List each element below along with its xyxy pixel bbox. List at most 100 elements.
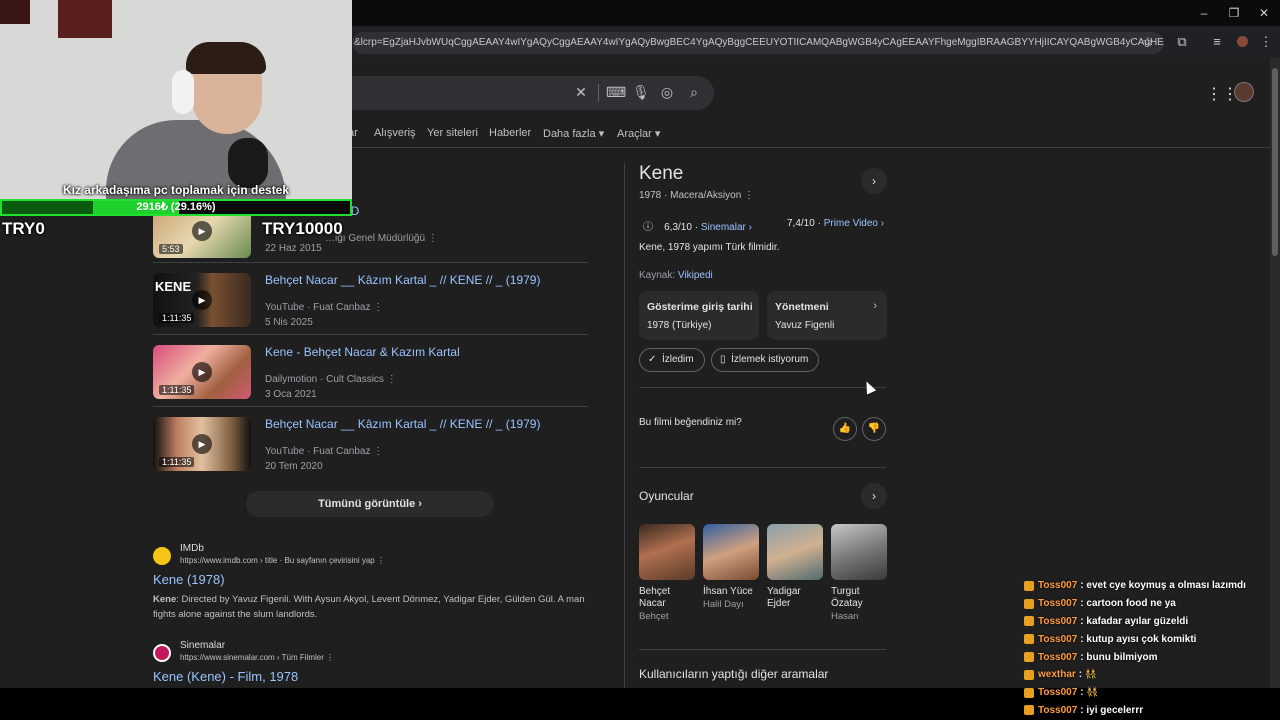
video-duration: 5:53	[159, 244, 183, 254]
donation-goal-max: TRY10000	[262, 219, 343, 238]
video-title[interactable]: Behçet Nacar __ Kâzım Kartal _ // KENE /…	[265, 417, 540, 431]
video-title[interactable]: Kene - Behçet Nacar & Kazım Kartal	[265, 345, 460, 359]
tab-tools[interactable]: Araçlar ▾	[617, 127, 660, 140]
thumbs-up-icon[interactable]: 👍	[833, 417, 857, 441]
tab-search-icon[interactable]: ≡	[1209, 34, 1225, 49]
google-account-avatar[interactable]	[1234, 82, 1254, 102]
cast-title: Oyuncular	[639, 489, 694, 503]
actor-name: Turgut Özatay	[831, 586, 863, 609]
donation-goal-title: Kız arkadaşıma pc toplamak için destek	[62, 183, 290, 197]
divider	[153, 334, 588, 335]
related-searches-title: Kullanıcıların yaptığı diğer aramalar	[639, 667, 829, 681]
chat-badge-icon	[1024, 598, 1034, 609]
play-icon: ▶	[192, 290, 212, 310]
video-date: 5 Nis 2025	[265, 317, 313, 328]
video-date: 20 Tem 2020	[265, 461, 323, 472]
cast-member[interactable]: Behçet Nacar Behçet	[639, 524, 695, 623]
maximize-icon[interactable]: ❐	[1226, 6, 1242, 20]
rating-prime-video[interactable]: 7,4/10 · Prime Video ›	[787, 218, 884, 229]
divider	[153, 406, 588, 407]
address-bar[interactable]: &lcrp=EgZjaHJvbWUqCggAEAAY4wIYgAQyCggAEA…	[352, 32, 1164, 54]
tab-places[interactable]: Yer siteleri	[427, 127, 478, 139]
cast-member[interactable]: İhsan Yüce Halil Dayı	[703, 524, 759, 611]
clear-icon[interactable]: ✕	[572, 84, 590, 101]
result-title[interactable]: Kene (1978)	[153, 572, 225, 587]
actor-role: Halil Dayı	[703, 599, 744, 610]
rating-source-link[interactable]: Sinemalar ›	[701, 222, 752, 233]
card-value: Yavuz Figenli	[775, 320, 835, 331]
result-snippet: Kene: Directed by Yavuz Figenli. With Ay…	[153, 592, 593, 622]
thumbnail-text: KENE	[155, 279, 192, 294]
minimize-icon[interactable]: –	[1196, 6, 1212, 20]
search-icon[interactable]: ⌕	[685, 84, 703, 101]
video-thumbnail[interactable]: KENE ▶ 1:11:35	[153, 273, 251, 327]
wall-poster	[0, 0, 30, 24]
snippet-text: : Directed by Yavuz Figenli. With Aysun …	[153, 594, 585, 620]
cast-member[interactable]: Yadigar Ejder	[767, 524, 823, 611]
chat-badge-icon	[1024, 687, 1034, 698]
video-result[interactable]: ▶ 1:11:35 Behçet Nacar __ Kâzım Kartal _…	[153, 417, 593, 473]
play-icon: ▶	[192, 221, 212, 241]
star-icon[interactable]: ☆	[1140, 34, 1156, 50]
actor-photo	[639, 524, 695, 580]
video-result[interactable]: ▶ 1:11:35 Kene - Behçet Nacar & Kazım Ka…	[153, 345, 593, 401]
thumbs-down-icon[interactable]: 👎	[862, 417, 886, 441]
headset-icon	[172, 70, 194, 114]
show-all-button[interactable]: Tümünü görüntüle ›	[246, 491, 494, 517]
chat-text: : 👯	[1078, 669, 1098, 681]
chat-message: Toss007: 👯	[1024, 684, 1272, 702]
director-card[interactable]: Yönetmeni Yavuz Figenli ›	[767, 291, 887, 340]
profile-icon[interactable]	[1237, 36, 1248, 47]
result-url[interactable]: https://www.sinemalar.com › Tüm Filmler …	[180, 653, 334, 662]
tab-news[interactable]: Haberler	[489, 127, 531, 139]
result-url[interactable]: https://www.imdb.com › title · Bu sayfan…	[180, 556, 385, 565]
close-icon[interactable]: ✕	[1256, 6, 1272, 20]
donation-progress-bar: 2916₺ (29.16%)	[0, 199, 352, 216]
extensions-icon[interactable]: ⧉	[1174, 34, 1190, 50]
chevron-right-icon[interactable]: ›	[861, 168, 887, 194]
release-date-card[interactable]: Gösterime giriş tarihi 1978 (Türkiye)	[639, 291, 759, 340]
menu-icon[interactable]: ⋮	[1258, 34, 1274, 50]
donation-progress-value: 2916₺ (29.16%)	[136, 201, 216, 213]
chat-username: Toss007	[1038, 615, 1078, 627]
chat-message: Toss007: bunu bilmiyom	[1024, 648, 1272, 666]
video-date: 22 Haz 2015	[265, 243, 322, 254]
actor-photo	[831, 524, 887, 580]
chat-username: Toss007	[1038, 704, 1078, 716]
video-thumbnail[interactable]: ▶ 1:11:35	[153, 417, 251, 471]
video-result[interactable]: KENE ▶ 1:11:35 Behçet Nacar __ Kâzım Kar…	[153, 273, 593, 329]
wikipedia-link[interactable]: Vikipedi	[678, 270, 713, 281]
watched-button[interactable]: ✓ İzledim	[639, 348, 705, 372]
chevron-right-icon: ›	[873, 300, 877, 312]
chat-badge-icon	[1024, 616, 1034, 627]
rating-source-link[interactable]: Prime Video ›	[824, 218, 884, 229]
chat-username: wexthar	[1038, 669, 1076, 681]
chat-text: : kutup ayısı çok komikti	[1080, 633, 1197, 645]
tab-more[interactable]: Daha fazla ▾	[543, 127, 604, 140]
web-result: IMDb https://www.imdb.com › title · Bu s…	[153, 543, 593, 623]
info-icon: ⓘ	[643, 222, 665, 233]
tab-shopping[interactable]: Alışveriş	[374, 127, 416, 139]
webcam-overlay	[0, 0, 352, 200]
donation-goal-min: TRY0	[2, 219, 45, 238]
rating-sinemalar[interactable]: ⓘ 6,3/10 · Sinemalar ›	[643, 218, 752, 233]
want-to-watch-button[interactable]: ▯ İzlemek istiyorum	[711, 348, 820, 372]
video-thumbnail[interactable]: ▶ 1:11:35	[153, 345, 251, 399]
chat-text: : iyi gecelerrr	[1080, 704, 1144, 716]
result-title[interactable]: Kene (Kene) - Film, 1978	[153, 669, 298, 684]
source-label: Kaynak:	[639, 270, 678, 281]
play-icon: ▶	[192, 434, 212, 454]
result-site-name: Sinemalar	[180, 640, 226, 651]
scroll-thumb[interactable]	[1272, 68, 1278, 256]
chevron-right-icon[interactable]: ›	[861, 483, 887, 509]
cast-member[interactable]: Turgut Özatay Hasan	[831, 524, 887, 623]
lens-icon[interactable]: ◎	[658, 84, 676, 101]
video-duration: 1:11:35	[159, 457, 195, 467]
mic-icon[interactable]: 🎙	[632, 84, 650, 101]
video-title[interactable]: Behçet Nacar __ Kâzım Kartal _ // KENE /…	[265, 273, 540, 287]
chat-text: : bunu bilmiyom	[1080, 651, 1158, 663]
keyboard-icon[interactable]: ⌨	[606, 84, 626, 101]
chat-message: Toss007: kutup ayısı çok komikti	[1024, 630, 1272, 648]
bookmark-icon: ▯	[720, 354, 732, 365]
chat-username: Toss007	[1038, 580, 1078, 592]
